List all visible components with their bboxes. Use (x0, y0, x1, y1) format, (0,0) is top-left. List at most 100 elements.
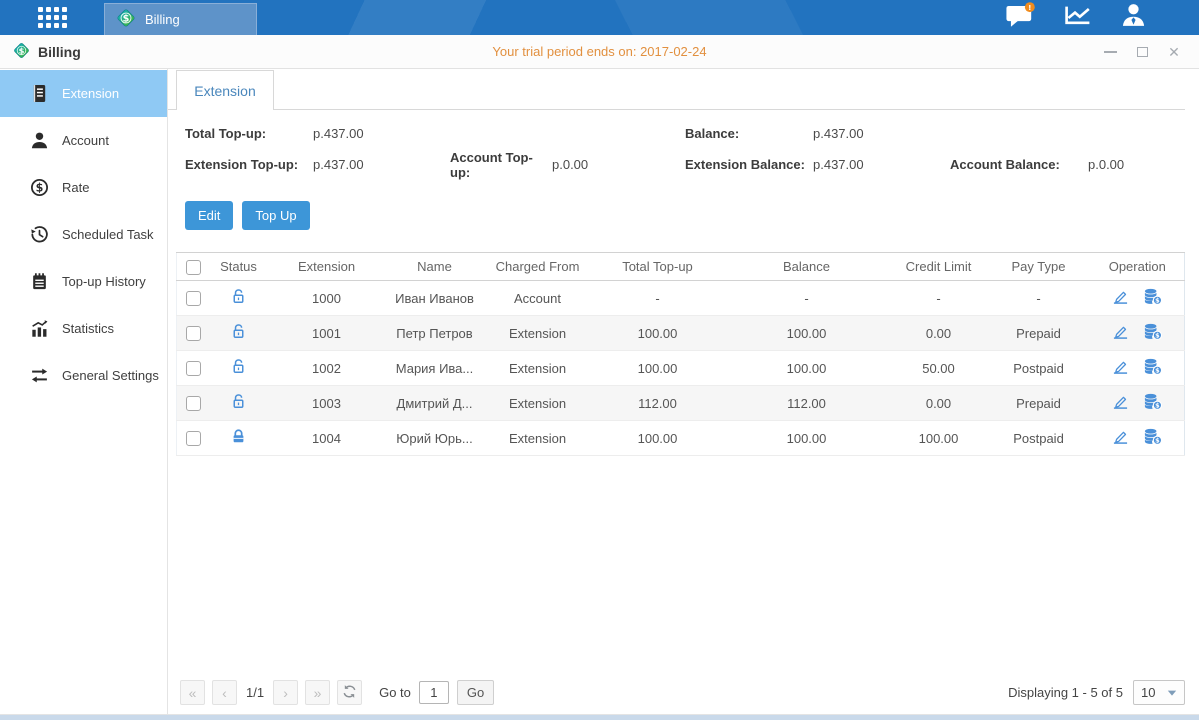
user-account-button[interactable] (1120, 3, 1147, 32)
edit-icon[interactable] (1112, 288, 1129, 305)
extension-cell: 1001 (267, 316, 387, 351)
edit-icon[interactable] (1112, 393, 1129, 410)
person-icon (30, 131, 49, 150)
go-button[interactable]: Go (457, 680, 494, 705)
credit-limit-cell: 0.00 (891, 316, 987, 351)
pay-type-cell: Postpaid (987, 351, 1091, 386)
column-header-charged-from: Charged From (483, 253, 593, 281)
total-topup-cell: - (593, 281, 723, 316)
message-icon: ! (1005, 2, 1036, 34)
topup-coins-icon[interactable]: $ (1143, 393, 1163, 410)
transfer-icon (30, 366, 49, 385)
svg-text:$: $ (1155, 297, 1160, 305)
credit-limit-cell: - (891, 281, 987, 316)
svg-text:$: $ (1155, 437, 1160, 445)
lock-open-icon[interactable] (230, 358, 247, 375)
top-up-button[interactable]: Top Up (242, 201, 309, 230)
notifications-button[interactable]: ! (1005, 2, 1036, 34)
account-balance-label: Account Balance: (950, 157, 1088, 172)
extension-balance-label: Extension Balance: (685, 157, 813, 172)
total-topup-label: Total Top-up: (185, 126, 313, 141)
window-title: $ Billing (12, 41, 81, 63)
window-bottom-edge (0, 714, 1199, 720)
page-size-dropdown[interactable]: 10 (1133, 680, 1185, 705)
maximize-button[interactable] (1135, 45, 1149, 59)
topup-coins-icon[interactable]: $ (1143, 428, 1163, 445)
name-cell: Иван Иванов (387, 281, 483, 316)
refresh-button[interactable] (337, 680, 362, 705)
chevron-down-icon (1167, 685, 1177, 700)
name-cell: Мария Ива... (387, 351, 483, 386)
close-button[interactable]: ✕ (1167, 45, 1181, 59)
extension-cell: 1003 (267, 386, 387, 421)
sidebar-item-label: Account (62, 133, 109, 148)
prev-page-button[interactable]: ‹ (212, 680, 237, 705)
first-page-button[interactable]: « (180, 680, 205, 705)
column-header-operation: Operation (1091, 253, 1185, 281)
minimize-button[interactable] (1103, 45, 1117, 59)
select-all-checkbox[interactable] (186, 260, 201, 275)
stats-icon (30, 319, 49, 338)
extension-topup-value: p.437.00 (313, 157, 450, 172)
lock-open-icon[interactable] (230, 393, 247, 410)
billing-diamond-icon: $ (115, 7, 137, 32)
app-menu-button[interactable] (0, 0, 104, 35)
row-checkbox[interactable] (186, 361, 201, 376)
table-header-row: Status Extension Name Charged From Total… (177, 253, 1185, 281)
edit-icon[interactable] (1112, 323, 1129, 340)
goto-page-input[interactable] (419, 681, 449, 704)
sidebar-item-top-up-history[interactable]: Top-up History (0, 258, 167, 305)
topbar: $ Billing ! (0, 0, 1199, 35)
lock-closed-icon[interactable] (230, 428, 247, 445)
sidebar-item-extension[interactable]: Extension (0, 70, 167, 117)
tab-extension[interactable]: Extension (176, 70, 274, 110)
sidebar-item-scheduled-task[interactable]: Scheduled Task (0, 211, 167, 258)
line-chart-icon (1063, 3, 1093, 32)
edit-button[interactable]: Edit (185, 201, 233, 230)
window-controls: ✕ (1103, 45, 1181, 59)
svg-text:$: $ (36, 182, 44, 195)
balance-cell: 112.00 (723, 386, 891, 421)
topup-coins-icon[interactable]: $ (1143, 358, 1163, 375)
topbar-actions: ! (1005, 0, 1147, 35)
resource-monitor-button[interactable] (1063, 3, 1093, 32)
row-checkbox[interactable] (186, 431, 201, 446)
sidebar-item-label: Rate (62, 180, 89, 195)
billing-diamond-icon: $ (12, 41, 31, 63)
lock-open-icon[interactable] (230, 288, 247, 305)
edit-icon[interactable] (1112, 358, 1129, 375)
topbar-billing-tab-label: Billing (145, 12, 180, 27)
topbar-billing-tab[interactable]: $ Billing (104, 3, 257, 35)
window-titlebar: $ Billing Your trial period ends on: 201… (0, 35, 1199, 69)
lock-open-icon[interactable] (230, 323, 247, 340)
last-page-button[interactable]: » (305, 680, 330, 705)
sidebar-item-general-settings[interactable]: General Settings (0, 352, 167, 399)
column-header-balance: Balance (723, 253, 891, 281)
extension-cell: 1002 (267, 351, 387, 386)
sidebar-item-account[interactable]: Account (0, 117, 167, 164)
column-header-extension: Extension (267, 253, 387, 281)
pagination-bar: « ‹ 1/1 › » Go to Go Displaying 1 - 5 of… (180, 680, 1185, 705)
row-checkbox[interactable] (186, 396, 201, 411)
row-checkbox[interactable] (186, 326, 201, 341)
topup-coins-icon[interactable]: $ (1143, 288, 1163, 305)
row-checkbox[interactable] (186, 291, 201, 306)
content-area: Extension Total Top-up: p.437.00 Extensi… (168, 69, 1199, 714)
table-row: 1002 Мария Ива... Extension 100.00 100.0… (177, 351, 1185, 386)
charged-from-cell: Extension (483, 316, 593, 351)
next-page-button[interactable]: › (273, 680, 298, 705)
trial-notice: Your trial period ends on: 2017-02-24 (0, 44, 1199, 59)
total-topup-cell: 100.00 (593, 351, 723, 386)
sidebar-item-label: Top-up History (62, 274, 146, 289)
sidebar-item-label: Statistics (62, 321, 114, 336)
edit-icon[interactable] (1112, 428, 1129, 445)
user-icon (1120, 3, 1147, 32)
pay-type-cell: Prepaid (987, 316, 1091, 351)
pay-type-cell: Prepaid (987, 386, 1091, 421)
window-title-label: Billing (38, 44, 81, 60)
topup-coins-icon[interactable]: $ (1143, 323, 1163, 340)
sidebar-item-statistics[interactable]: Statistics (0, 305, 167, 352)
svg-text:$: $ (1155, 367, 1160, 375)
extension-table: Status Extension Name Charged From Total… (176, 252, 1185, 456)
sidebar-item-rate[interactable]: $ Rate (0, 164, 167, 211)
